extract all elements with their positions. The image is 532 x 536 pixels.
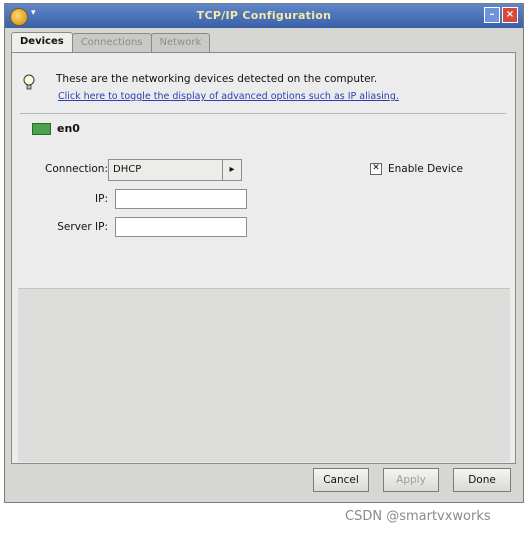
tab-devices[interactable]: Devices: [11, 32, 73, 53]
close-icon[interactable]: ×: [502, 7, 518, 23]
apply-button[interactable]: Apply: [383, 468, 439, 492]
window-title: TCP/IP Configuration: [196, 9, 332, 22]
advanced-options-link[interactable]: Click here to toggle the display of adva…: [58, 91, 399, 102]
server-ip-field[interactable]: [115, 217, 247, 237]
tab-network[interactable]: Network: [150, 33, 211, 52]
tab-bar: Devices Connections Network: [11, 32, 211, 53]
ip-field[interactable]: [115, 189, 247, 209]
enable-device-label: Enable Device: [388, 163, 464, 175]
info-text: These are the networking devices detecte…: [56, 73, 378, 85]
cancel-button[interactable]: Cancel: [313, 468, 369, 492]
connection-label: Connection:: [45, 163, 108, 175]
minimize-icon[interactable]: –: [484, 7, 500, 23]
lightbulb-icon: [23, 74, 35, 90]
connection-value: DHCP: [113, 164, 142, 175]
enable-device-checkbox[interactable]: ✕ Enable Device: [370, 163, 463, 175]
dropdown-arrow-icon[interactable]: ▸: [222, 160, 241, 180]
tcpip-config-window: ▾ TCP/IP Configuration – × Devices Conne…: [4, 3, 524, 503]
window-controls: – ×: [482, 7, 518, 25]
button-bar: Cancel Apply Done: [11, 468, 516, 496]
devices-panel: These are the networking devices detecte…: [11, 52, 516, 464]
done-button[interactable]: Done: [453, 468, 511, 492]
title-bar[interactable]: ▾ TCP/IP Configuration – ×: [5, 4, 523, 28]
credit-watermark: CSDN @smartvxworks: [345, 509, 491, 524]
network-card-icon: [32, 122, 51, 135]
connection-select[interactable]: DHCP ▸: [108, 159, 242, 181]
ip-label: IP:: [95, 193, 108, 205]
empty-device-area: [18, 288, 510, 462]
device-name: en0: [57, 122, 80, 135]
device-header: en0: [32, 122, 80, 135]
server-ip-label: Server IP:: [57, 221, 108, 233]
tab-connections[interactable]: Connections: [71, 33, 152, 52]
checkbox-checked-icon[interactable]: ✕: [370, 163, 382, 175]
